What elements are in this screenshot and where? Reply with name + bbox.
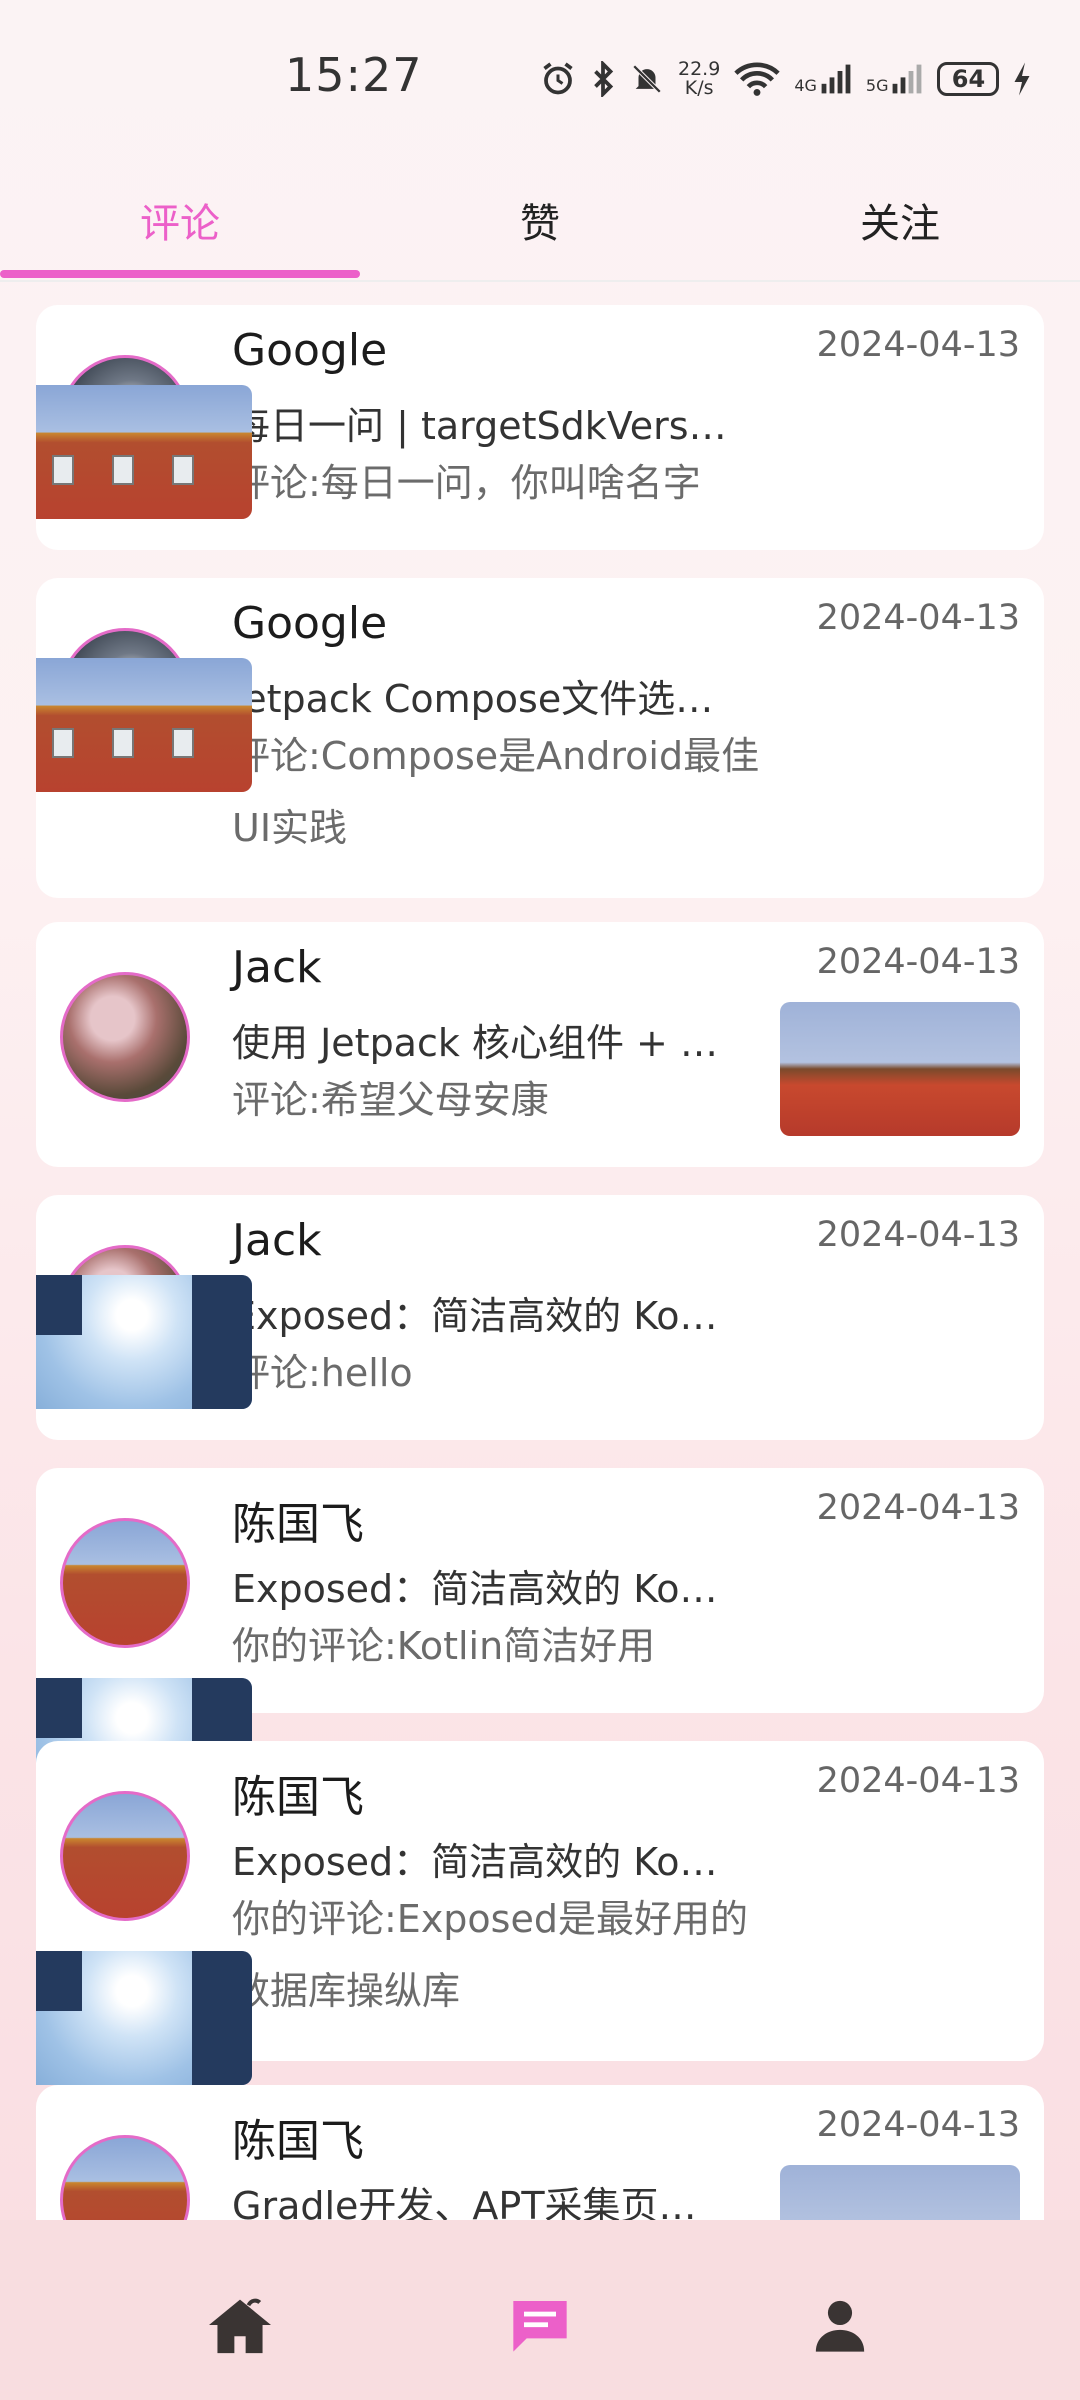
status-bar: 15:27 22.9 K/s 4G 5G 64 [0, 0, 1080, 140]
list-item[interactable]: 陈国飞 2024-04-13 Exposed：简洁高效的 Ko… 你的评论:Ex… [36, 1741, 1044, 2085]
wifi-icon [734, 62, 780, 96]
article-title: 使用 Jetpack 核心组件 + … [232, 1021, 718, 1065]
article-title: Jetpack Compose文件选… [232, 677, 714, 721]
user-name: 陈国飞 [232, 1772, 364, 1823]
avatar[interactable] [60, 1518, 190, 1648]
list-item[interactable]: Google 2024-04-13 Jetpack Compose文件选… 评论… [36, 578, 1044, 898]
article-title: Exposed：简洁高效的 Ko… [232, 1840, 718, 1884]
message-icon [513, 2301, 567, 2352]
article-thumbnail[interactable] [780, 1002, 1020, 1136]
comment-text: 评论:希望父母安康 [232, 1078, 549, 1122]
comment-text: 你的评论:Exposed是最好用的数据库操纵库 [232, 1897, 748, 2013]
home-icon [209, 2298, 271, 2354]
signal-icon [893, 64, 922, 94]
tab-likes[interactable]: 赞 [360, 160, 720, 280]
avatar[interactable] [60, 1791, 190, 1921]
comment-text: 评论:hello [232, 1351, 413, 1395]
list-item[interactable]: Jack 2024-04-13 Exposed：简洁高效的 Ko… 评论:hel… [36, 1195, 1044, 1440]
status-icons: 22.9 K/s 4G 5G 64 [540, 54, 1031, 104]
alarm-icon [543, 62, 573, 95]
user-name: 陈国飞 [232, 2116, 364, 2167]
article-title: Exposed：简洁高效的 Ko… [232, 1294, 718, 1338]
user-name: Jack [232, 1215, 322, 1266]
article-title: Gradle开发、APT采集页… [232, 2184, 697, 2220]
item-date: 2024-04-13 [816, 1215, 1020, 1255]
nav-profile[interactable] [800, 2285, 880, 2365]
avatar[interactable] [60, 2135, 190, 2220]
status-time: 15:27 [285, 48, 423, 102]
mute-icon [632, 64, 662, 94]
item-date: 2024-04-13 [816, 942, 1020, 982]
avatar[interactable] [60, 972, 190, 1102]
article-thumbnail[interactable] [36, 1275, 252, 1409]
nav-messages[interactable] [500, 2285, 580, 2365]
comment-text: 评论:每日一问，你叫啥名字 [232, 461, 701, 505]
signal-5g: 5G [866, 63, 924, 95]
nav-home[interactable] [200, 2285, 280, 2365]
item-date: 2024-04-13 [816, 2105, 1020, 2145]
user-name: Jack [232, 942, 322, 993]
tab-comments[interactable]: 评论 [0, 160, 360, 280]
bottom-navigation [0, 2220, 1080, 2400]
signal-icon [821, 64, 851, 94]
battery-icon: 64 [937, 62, 1000, 96]
article-title: 每日一问 | targetSdkVers… [232, 404, 727, 448]
item-date: 2024-04-13 [816, 1488, 1020, 1528]
list-item[interactable]: 陈国飞 2024-04-13 Exposed：简洁高效的 Ko… 你的评论:Ko… [36, 1468, 1044, 1812]
comment-text: 评论:Compose是Android最佳UI实践 [232, 734, 760, 850]
list-item[interactable]: Google 2024-04-13 每日一问 | targetSdkVers… … [36, 305, 1044, 550]
bluetooth-icon [594, 61, 614, 97]
user-name: 陈国飞 [232, 1499, 364, 1550]
person-icon [815, 2300, 865, 2352]
article-thumbnail[interactable] [36, 1951, 252, 2085]
article-thumbnail[interactable] [36, 385, 252, 519]
article-title: Exposed：简洁高效的 Ko… [232, 1567, 718, 1611]
signal-4g: 4G [794, 63, 852, 95]
item-date: 2024-04-13 [816, 598, 1020, 638]
item-date: 2024-04-13 [816, 325, 1020, 365]
tab-follow[interactable]: 关注 [720, 160, 1080, 280]
tab-indicator [0, 270, 360, 278]
article-thumbnail[interactable] [780, 2165, 1020, 2220]
user-name: Google [232, 598, 388, 649]
list-item[interactable]: Jack 2024-04-13 使用 Jetpack 核心组件 + … 评论:希… [36, 922, 1044, 1167]
charging-icon [1014, 62, 1030, 96]
user-name: Google [232, 325, 388, 376]
item-date: 2024-04-13 [816, 1761, 1020, 1801]
comment-text: 你的评论:Kotlin简洁好用 [232, 1624, 656, 1668]
comment-list[interactable]: Google 2024-04-13 每日一问 | targetSdkVers… … [36, 305, 1044, 2220]
tab-bar: 评论 赞 关注 [0, 160, 1080, 282]
list-item[interactable]: 陈国飞 2024-04-13 Gradle开发、APT采集页… [36, 2085, 1044, 2220]
article-thumbnail[interactable] [36, 658, 252, 792]
net-speed: 22.9 K/s [678, 58, 721, 99]
